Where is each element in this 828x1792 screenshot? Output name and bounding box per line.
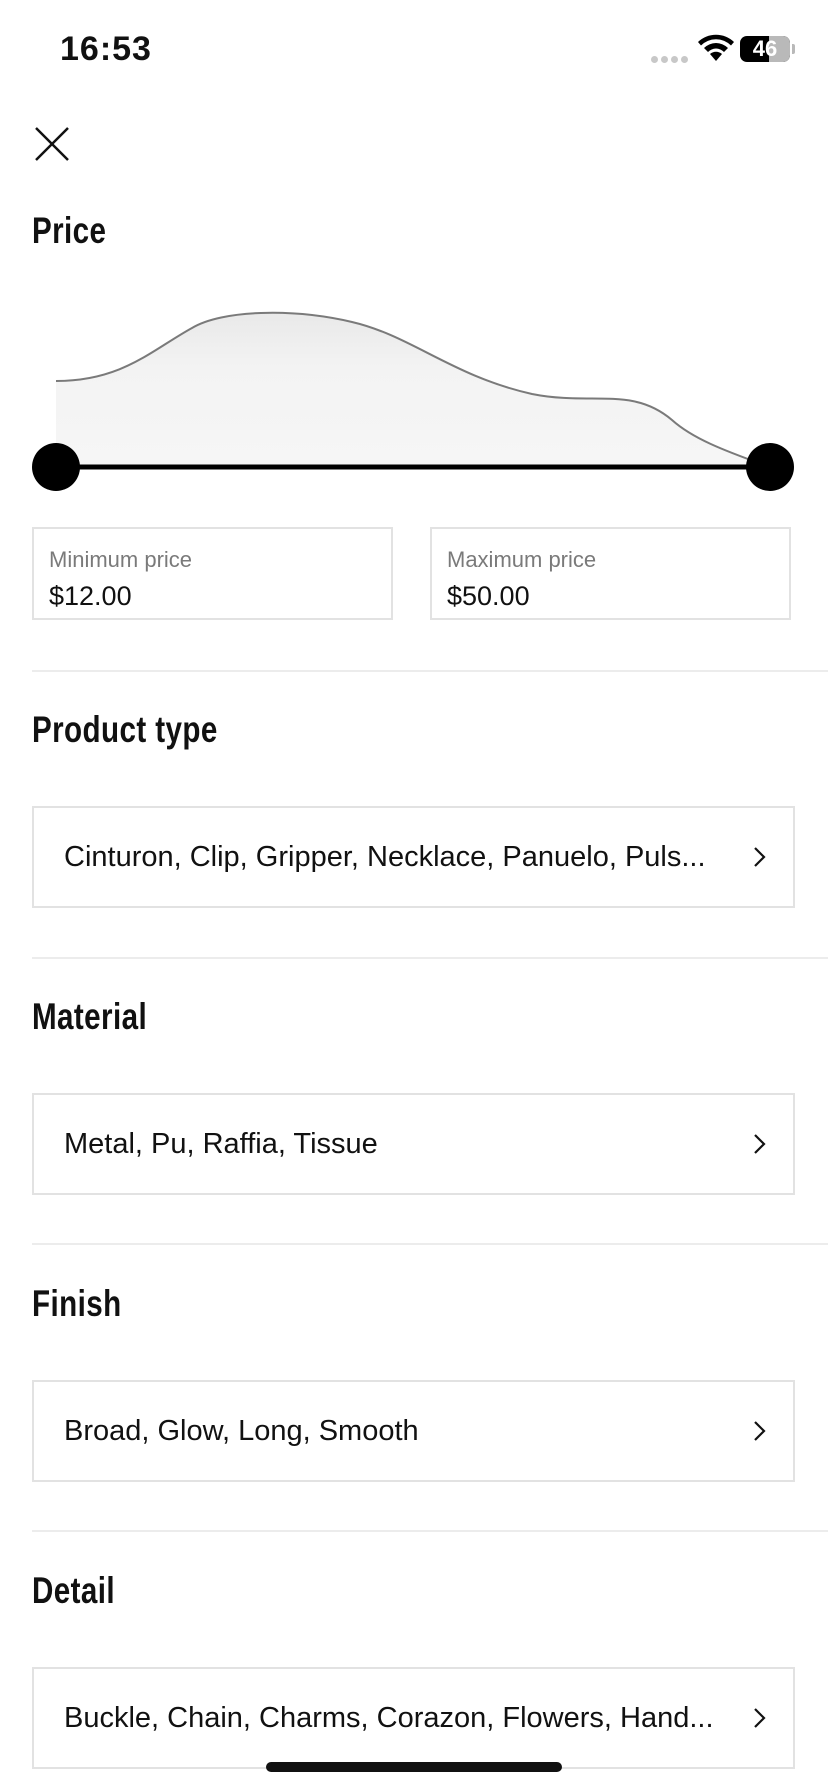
- price-title: Price: [32, 210, 107, 251]
- minimum-price-value: $12.00: [49, 581, 132, 611]
- status-bar: 16:53 46: [0, 0, 828, 100]
- product-type-title: Product type: [32, 709, 218, 750]
- battery-level: 46: [752, 36, 778, 61]
- material-title: Material: [32, 996, 148, 1037]
- detail-title: Detail: [32, 1570, 116, 1611]
- slider-max-handle: [746, 443, 794, 491]
- material-select[interactable]: Metal, Pu, Raffia, Tissue: [32, 1093, 795, 1195]
- battery-icon: 46: [740, 36, 790, 62]
- minimum-price-field[interactable]: Minimum price $12.00: [32, 527, 393, 620]
- chevron-right-icon: [754, 847, 766, 867]
- maximum-price-label: Maximum price: [447, 547, 597, 572]
- maximum-price-value: $50.00: [447, 581, 530, 611]
- minimum-price-label: Minimum price: [49, 547, 193, 572]
- chevron-right-icon: [754, 1708, 766, 1728]
- detail-value: Buckle, Chain, Charms, Corazon, Flowers,…: [64, 1702, 714, 1734]
- chevron-right-icon: [754, 1134, 766, 1154]
- product-type-select[interactable]: Cinturon, Clip, Gripper, Necklace, Panue…: [32, 806, 795, 908]
- divider: [32, 1243, 828, 1245]
- signal-icon: [651, 50, 691, 68]
- price-range-slider[interactable]: [32, 290, 797, 500]
- finish-select[interactable]: Broad, Glow, Long, Smooth: [32, 1380, 795, 1482]
- chevron-right-icon: [754, 1421, 766, 1441]
- status-time: 16:53: [60, 30, 152, 68]
- close-icon[interactable]: [32, 124, 72, 164]
- divider: [32, 957, 828, 959]
- home-indicator: [266, 1762, 562, 1772]
- detail-select[interactable]: Buckle, Chain, Charms, Corazon, Flowers,…: [32, 1667, 795, 1769]
- divider: [32, 670, 828, 672]
- product-type-value: Cinturon, Clip, Gripper, Necklace, Panue…: [64, 841, 706, 873]
- divider: [32, 1530, 828, 1532]
- finish-value: Broad, Glow, Long, Smooth: [64, 1415, 419, 1447]
- wifi-icon: [698, 34, 734, 61]
- maximum-price-field[interactable]: Maximum price $50.00: [430, 527, 791, 620]
- material-value: Metal, Pu, Raffia, Tissue: [64, 1128, 378, 1160]
- finish-title: Finish: [32, 1283, 122, 1324]
- slider-min-handle: [32, 443, 80, 491]
- price-distribution-area: [56, 312, 770, 467]
